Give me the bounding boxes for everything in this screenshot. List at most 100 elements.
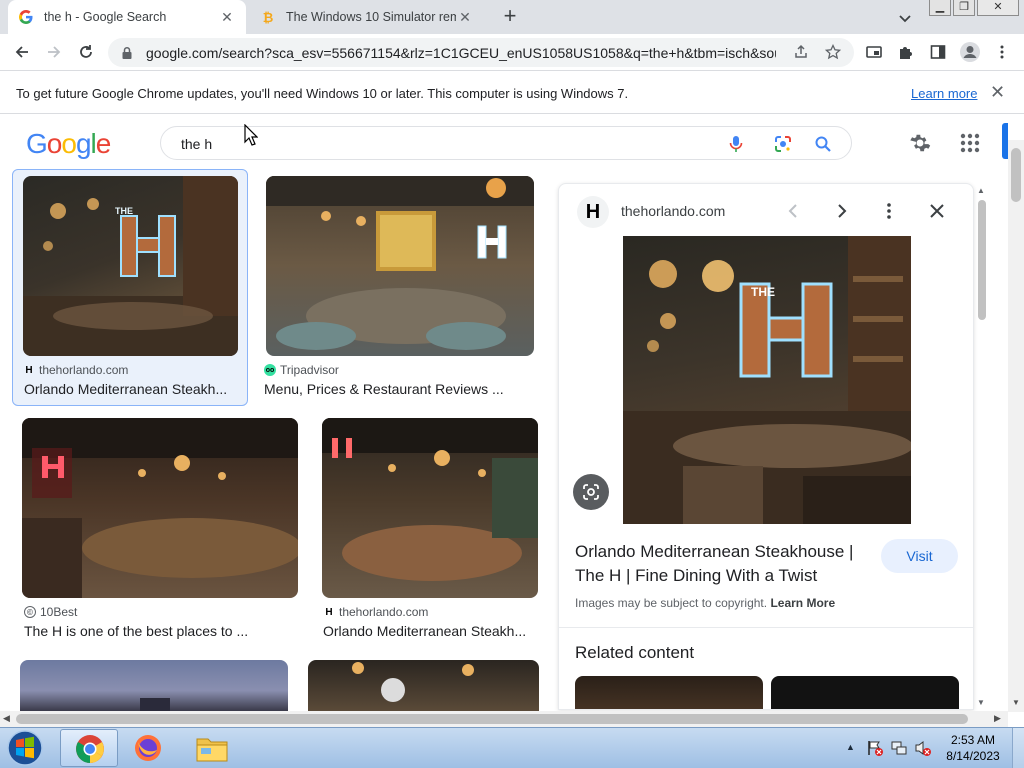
network-icon[interactable]: [890, 739, 908, 760]
previous-chevron-icon[interactable]: [785, 202, 803, 223]
image-result[interactable]: oo Tripadvisor Menu, Prices & Restaurant …: [264, 175, 534, 410]
side-panel-icon[interactable]: [926, 40, 950, 64]
mouse-cursor: [244, 123, 259, 149]
action-center-flag-icon[interactable]: [866, 739, 884, 760]
address-bar[interactable]: google.com/search?sca_esv=556671154&rlz=…: [108, 38, 854, 67]
windows-taskbar: ▲ 2:53 AM 8/14/2023: [0, 727, 1024, 768]
more-options-icon[interactable]: [880, 202, 898, 223]
result-source: Hthehorlando.com: [23, 363, 128, 377]
panel-domain[interactable]: thehorlando.com: [621, 203, 725, 219]
tab-close-icon[interactable]: ✕: [456, 9, 474, 26]
update-infobar: To get future Google Chrome updates, you…: [0, 72, 1024, 114]
bookmark-star-icon[interactable]: [824, 43, 842, 63]
restore-button[interactable]: ❐: [953, 0, 975, 16]
google-logo[interactable]: Google: [26, 128, 111, 160]
profile-avatar-icon[interactable]: [958, 40, 982, 64]
h-logo-icon[interactable]: H: [577, 196, 609, 228]
infobar-message: To get future Google Chrome updates, you…: [16, 86, 629, 101]
forward-icon[interactable]: [42, 40, 66, 64]
result-thumbnail[interactable]: THE: [23, 176, 238, 356]
google-header: Google the h: [0, 115, 1010, 171]
svg-text:THE: THE: [115, 206, 133, 216]
scrollbar-thumb[interactable]: [978, 200, 986, 320]
preview-image[interactable]: THE: [623, 236, 911, 524]
infobar-close-icon[interactable]: ✕: [990, 82, 1005, 103]
scrollbar-thumb[interactable]: [1011, 148, 1021, 202]
cast-icon[interactable]: [862, 40, 886, 64]
chevron-down-icon[interactable]: [896, 9, 914, 27]
copyright-notice: Images may be subject to copyright. Lear…: [575, 596, 836, 610]
start-button[interactable]: [4, 729, 46, 767]
close-window-button[interactable]: ✕: [977, 0, 1019, 16]
tab-windows-simulator[interactable]: ₿ The Windows 10 Simulator remix ✕: [250, 0, 490, 34]
reload-icon[interactable]: [74, 40, 98, 64]
tab-close-icon[interactable]: ✕: [218, 9, 236, 26]
lens-search-icon[interactable]: [573, 474, 609, 510]
google-g-icon: [18, 9, 34, 25]
extensions-puzzle-icon[interactable]: [894, 40, 918, 64]
result-title[interactable]: Orlando Mediterranean Steakh...: [24, 381, 239, 397]
url-text: google.com/search?sca_esv=556671154&rlz=…: [146, 44, 776, 61]
search-input[interactable]: the h: [160, 126, 852, 160]
microphone-icon[interactable]: [727, 134, 745, 157]
file-explorer-icon[interactable]: [195, 733, 229, 766]
result-source: Hthehorlando.com: [323, 605, 428, 619]
result-thumbnail[interactable]: [308, 660, 539, 711]
minimize-button[interactable]: ▁: [929, 0, 951, 16]
next-chevron-icon[interactable]: [832, 202, 850, 223]
chrome-icon: [76, 735, 104, 763]
result-thumbnail[interactable]: [22, 418, 298, 598]
tab-strip: the h - Google Search ✕ ₿ The Windows 10…: [0, 0, 1024, 34]
system-clock[interactable]: 2:53 AM 8/14/2023: [938, 732, 1008, 764]
preview-image-area: THE: [559, 236, 973, 524]
image-result[interactable]: Hthehorlando.com Orlando Mediterranean S…: [322, 418, 538, 642]
image-result-selected[interactable]: THE Hthehorlando.com Orlando Mediterrane…: [12, 169, 248, 406]
tab-google-search[interactable]: the h - Google Search ✕: [8, 0, 246, 34]
chrome-menu-icon[interactable]: [990, 40, 1014, 64]
result-title[interactable]: Orlando Mediterranean Steakh...: [323, 623, 538, 639]
settings-gear-icon[interactable]: [908, 131, 932, 158]
result-thumbnail[interactable]: [20, 660, 288, 711]
result-thumbnail[interactable]: [266, 176, 534, 356]
scroll-down-icon[interactable]: ▼: [1012, 698, 1020, 707]
related-thumbnail[interactable]: [771, 676, 959, 709]
svg-text:THE: THE: [751, 285, 775, 299]
panel-title[interactable]: Orlando Mediterranean Steakhouse | The H…: [575, 540, 875, 588]
10best-icon: ©: [24, 606, 36, 618]
horizontal-scrollbar[interactable]: ◀ ▶: [0, 711, 1008, 727]
vertical-scrollbar[interactable]: ▼: [1008, 140, 1024, 712]
copyright-learn-more-link[interactable]: Learn More: [770, 596, 835, 610]
result-title[interactable]: The H is one of the best places to ...: [24, 623, 298, 639]
scroll-left-icon[interactable]: ◀: [3, 713, 10, 724]
h-logo-icon: H: [325, 606, 333, 618]
image-preview-panel: H thehorlando.com THE Orlando Mediterran…: [558, 183, 974, 710]
tab-title: the h - Google Search: [44, 10, 167, 24]
close-panel-icon[interactable]: [927, 201, 947, 224]
firefox-icon[interactable]: [132, 732, 164, 767]
panel-scrollbar[interactable]: ▲ ▼: [976, 186, 988, 710]
scroll-down-icon[interactable]: ▼: [977, 698, 985, 707]
related-thumbnail[interactable]: [575, 676, 763, 709]
h-logo-icon: H: [25, 364, 33, 376]
show-hidden-icons[interactable]: ▲: [846, 742, 855, 752]
volume-muted-icon[interactable]: [914, 739, 932, 760]
result-thumbnail[interactable]: [322, 418, 538, 598]
search-query: the h: [181, 136, 213, 152]
result-source: oo Tripadvisor: [264, 363, 339, 377]
new-tab-icon[interactable]: +: [498, 5, 522, 29]
back-icon[interactable]: [10, 40, 34, 64]
google-apps-grid-icon[interactable]: [958, 131, 982, 158]
visit-button[interactable]: Visit: [881, 539, 958, 573]
share-icon[interactable]: [793, 44, 809, 63]
show-desktop-button[interactable]: [1012, 728, 1024, 768]
taskbar-chrome[interactable]: [60, 729, 118, 767]
scroll-right-icon[interactable]: ▶: [994, 713, 1001, 724]
search-icon[interactable]: [813, 134, 833, 157]
image-result[interactable]: © 10Best The H is one of the best places …: [22, 418, 298, 642]
google-lens-icon[interactable]: [773, 134, 793, 157]
result-title[interactable]: Menu, Prices & Restaurant Reviews ...: [264, 381, 532, 397]
learn-more-link[interactable]: Learn more: [911, 86, 977, 101]
lock-icon[interactable]: [120, 46, 134, 60]
scroll-up-icon[interactable]: ▲: [977, 186, 985, 195]
scrollbar-thumb[interactable]: [16, 714, 968, 724]
